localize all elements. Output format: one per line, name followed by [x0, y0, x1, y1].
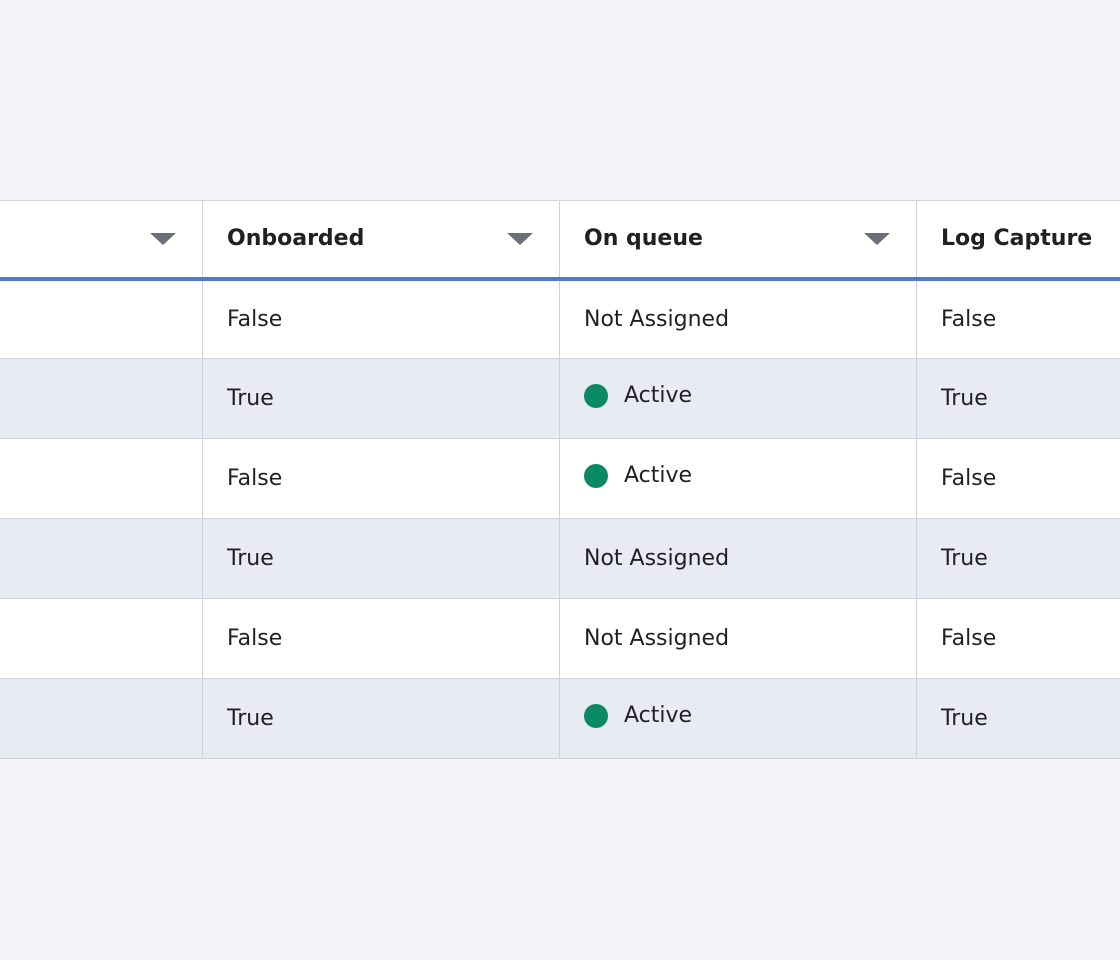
cell-on-queue: Not Assigned: [559, 598, 917, 679]
cell-log-capture: False: [916, 598, 1120, 679]
agents-table-viewport: Onboarded On queue Log Capture mithFalse…: [0, 200, 1120, 760]
queue-status: Not Assigned: [584, 626, 729, 651]
active-status-dot-icon: [584, 383, 608, 408]
queue-status: Active: [584, 383, 692, 408]
table-row[interactable]: MurphyTrueActiveTrue: [0, 358, 1120, 439]
cell-on-queue: Active: [559, 678, 917, 759]
column-header-log-capture[interactable]: Log Capture: [916, 200, 1120, 281]
active-status-dot-icon: [584, 703, 608, 728]
active-status-dot-icon: [584, 463, 608, 488]
cell-onboarded: True: [202, 678, 560, 759]
column-header-label: On queue: [584, 226, 703, 252]
queue-status-label: Not Assigned: [584, 626, 730, 651]
queue-status: Not Assigned: [584, 307, 729, 332]
cell-log-capture: True: [916, 518, 1120, 599]
column-header-name[interactable]: [0, 200, 203, 281]
cell-log-capture: True: [916, 678, 1120, 759]
table-row[interactable]: mithFalseNot AssignedFalse: [0, 598, 1120, 679]
table-row[interactable]: mithFalseActiveFalse: [0, 438, 1120, 519]
table-row[interactable]: VoodsTrueNot AssignedTrue: [0, 518, 1120, 599]
cell-log-capture: False: [916, 278, 1120, 359]
cell-name: Murphy: [0, 358, 203, 439]
cell-name: mith: [0, 598, 203, 679]
sort-caret-icon[interactable]: [507, 232, 533, 245]
column-header-onboarded[interactable]: Onboarded: [202, 200, 560, 281]
cell-onboarded: False: [202, 598, 560, 679]
queue-status: Not Assigned: [584, 546, 729, 571]
cell-name: Voods: [0, 518, 203, 599]
cell-onboarded: False: [202, 278, 560, 359]
cell-log-capture: True: [916, 358, 1120, 439]
column-header-label: Log Capture: [941, 226, 1093, 252]
queue-status-label: Not Assigned: [584, 306, 730, 332]
sort-caret-icon[interactable]: [864, 232, 890, 245]
agents-table: Onboarded On queue Log Capture mithFalse…: [0, 200, 1120, 759]
queue-status-label: Active: [624, 703, 693, 729]
cell-name: raper: [0, 678, 203, 759]
cell-on-queue: Not Assigned: [559, 518, 917, 599]
sort-caret-icon[interactable]: [150, 232, 176, 245]
cell-onboarded: False: [202, 438, 560, 519]
cell-name: mith: [0, 438, 203, 519]
cell-on-queue: Not Assigned: [559, 278, 917, 359]
queue-status: Active: [584, 703, 692, 728]
column-header-label: Onboarded: [227, 226, 365, 252]
queue-status: Active: [584, 463, 692, 488]
cell-onboarded: True: [202, 518, 560, 599]
cell-on-queue: Active: [559, 358, 917, 439]
table-row[interactable]: mithFalseNot AssignedFalse: [0, 278, 1120, 359]
queue-status-label: Active: [624, 383, 693, 409]
cell-onboarded: True: [202, 358, 560, 439]
table-header-row: Onboarded On queue Log Capture: [0, 200, 1120, 281]
column-header-on-queue[interactable]: On queue: [559, 200, 917, 281]
table-row[interactable]: raperTrueActiveTrue: [0, 678, 1120, 759]
queue-status-label: Active: [624, 463, 693, 489]
queue-status-label: Not Assigned: [584, 546, 730, 571]
cell-name: mith: [0, 278, 203, 359]
cell-on-queue: Active: [559, 438, 917, 519]
cell-log-capture: False: [916, 438, 1120, 519]
